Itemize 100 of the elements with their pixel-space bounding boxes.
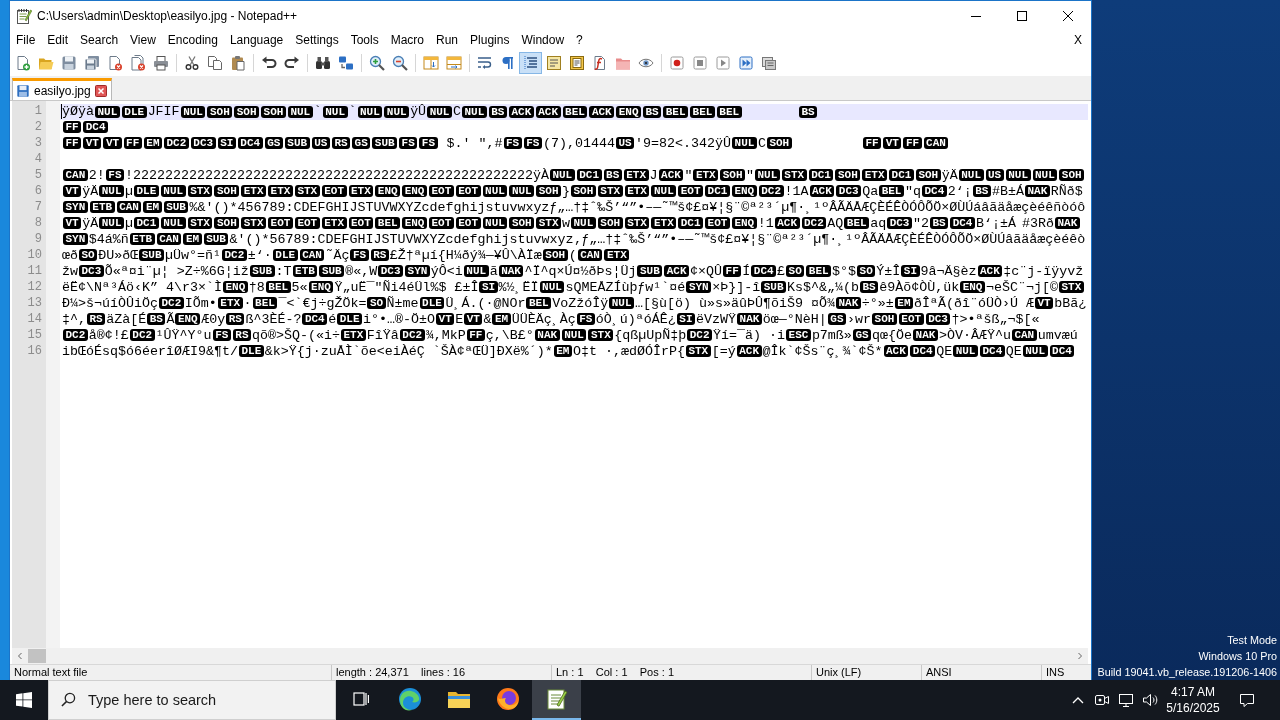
zoom-in-icon [368, 55, 385, 71]
control-code: SUB [319, 265, 345, 278]
code-text: µ [125, 216, 133, 231]
menu-item[interactable]: Window [515, 30, 571, 50]
monitor-icon [1118, 692, 1134, 708]
printer-icon [152, 55, 169, 71]
play-icon [714, 55, 731, 71]
control-code: FS [503, 137, 522, 150]
code-text: µÜw°=ñ¹ [165, 248, 221, 263]
clock-button[interactable]: 4:17 AM 5/16/2025 [1162, 680, 1224, 720]
control-code: NUL [571, 217, 596, 230]
line-number: 4 [33, 152, 43, 168]
control-code: DC2 [159, 297, 184, 310]
code-text: ‡c¨j-ïÿyvž [1003, 264, 1084, 279]
control-code: DC2 [222, 249, 247, 262]
code-text: ^Ï^q×Ú¤½ðÞs¦Üj [524, 264, 637, 279]
control-code: DLE [238, 345, 264, 358]
control-code: GS [352, 137, 371, 150]
code-text: $°$ [832, 264, 857, 279]
control-code: ENQ [731, 185, 757, 198]
scrollbar-thumb[interactable] [28, 649, 46, 663]
control-code: VT [63, 217, 82, 230]
code-text: é [328, 312, 337, 327]
menu-item[interactable]: Macro [384, 30, 430, 50]
taskbar-app-button[interactable] [532, 680, 581, 720]
control-code: FS [350, 249, 369, 262]
code-text: qõ®>ŠQ-(«i÷ [252, 328, 340, 343]
code-text: 5« [291, 280, 308, 295]
control-code: SO [367, 297, 386, 310]
code-text: ›wr [847, 312, 872, 327]
code-text: " [684, 168, 693, 183]
control-code: SI [479, 281, 498, 294]
control-code: ACK [664, 265, 690, 278]
control-code: STX [624, 217, 650, 230]
control-code: CAN [63, 169, 88, 182]
control-code: VT [103, 137, 122, 150]
menu-item[interactable]: Encoding [161, 30, 224, 50]
menu-item[interactable]: View [124, 30, 162, 50]
code-text: C [452, 104, 461, 119]
control-code: ACK [508, 105, 534, 118]
code-text: µ [125, 184, 133, 199]
code-text: Ã [166, 312, 175, 327]
code-text: " [746, 168, 754, 183]
menu-item[interactable]: Edit [41, 30, 75, 50]
control-code: EOT [321, 185, 347, 198]
code-text: Ý±Î [876, 264, 901, 279]
control-code: STX [187, 217, 213, 230]
control-code: EOT [455, 185, 481, 198]
chevron-left-icon [17, 652, 23, 660]
menu-item[interactable]: File [10, 30, 42, 50]
control-code: VT [464, 313, 483, 326]
control-code: DC1 [576, 169, 602, 182]
menu-item[interactable]: Settings [289, 30, 345, 50]
close-tab-button[interactable] [94, 84, 107, 97]
text-cursor [61, 104, 62, 119]
control-code: NUL [953, 345, 978, 358]
control-code: RS [331, 137, 351, 150]
code-text: ‡^, [62, 312, 86, 327]
control-code: SOH [1059, 169, 1085, 182]
code-text: qœ{Öe [872, 328, 913, 343]
file-tab[interactable]: easilyo.jpg [12, 78, 112, 100]
control-code: SUB [372, 137, 398, 150]
control-code: NAK [534, 329, 560, 342]
control-code: SUB [637, 265, 663, 278]
desktop-notice-text: Test Mode [1227, 633, 1277, 648]
control-code: NUL [384, 105, 410, 118]
binoculars-icon [314, 55, 331, 71]
menu-item[interactable]: Run [430, 30, 465, 50]
search-field[interactable]: Type here to search [48, 680, 336, 720]
control-code: NUL [1005, 169, 1031, 182]
control-code: NUL [427, 105, 452, 118]
menu-item[interactable]: Language [223, 30, 290, 50]
control-code: ACK [774, 217, 800, 230]
scissors-icon [183, 55, 200, 71]
line-number: 15 [26, 328, 43, 344]
control-code: BEL [252, 297, 278, 310]
control-code: RS [232, 329, 252, 342]
menu-item[interactable]: Tools [344, 30, 385, 50]
control-code: NUL [958, 169, 984, 182]
control-code: SOH [720, 169, 745, 182]
menu-item[interactable]: Plugins [464, 30, 516, 50]
code-text: å®¢!£ [88, 328, 129, 343]
control-code: BS [972, 185, 991, 198]
menu-item[interactable]: Search [74, 30, 125, 50]
code-text: ß^3ÈÉ-? [245, 312, 302, 327]
control-code: BEL [562, 105, 588, 118]
code-text: >ÒV·ÂÆŸ^u [938, 328, 1011, 343]
code-text: · [243, 296, 252, 311]
control-code: NUL [99, 217, 124, 230]
control-code: NUL [287, 105, 313, 118]
control-code: NUL [755, 169, 780, 182]
control-code: ETB [292, 265, 318, 278]
control-code: SOH [835, 169, 861, 182]
control-code: VT [83, 137, 102, 150]
control-code: SOH [234, 105, 260, 118]
code-text: ÿÄ [82, 184, 99, 199]
indent-guide-button[interactable] [519, 52, 542, 74]
close-document-button[interactable]: X [1068, 30, 1088, 50]
control-code: RS [226, 313, 245, 326]
menu-item[interactable]: ? [570, 30, 589, 50]
